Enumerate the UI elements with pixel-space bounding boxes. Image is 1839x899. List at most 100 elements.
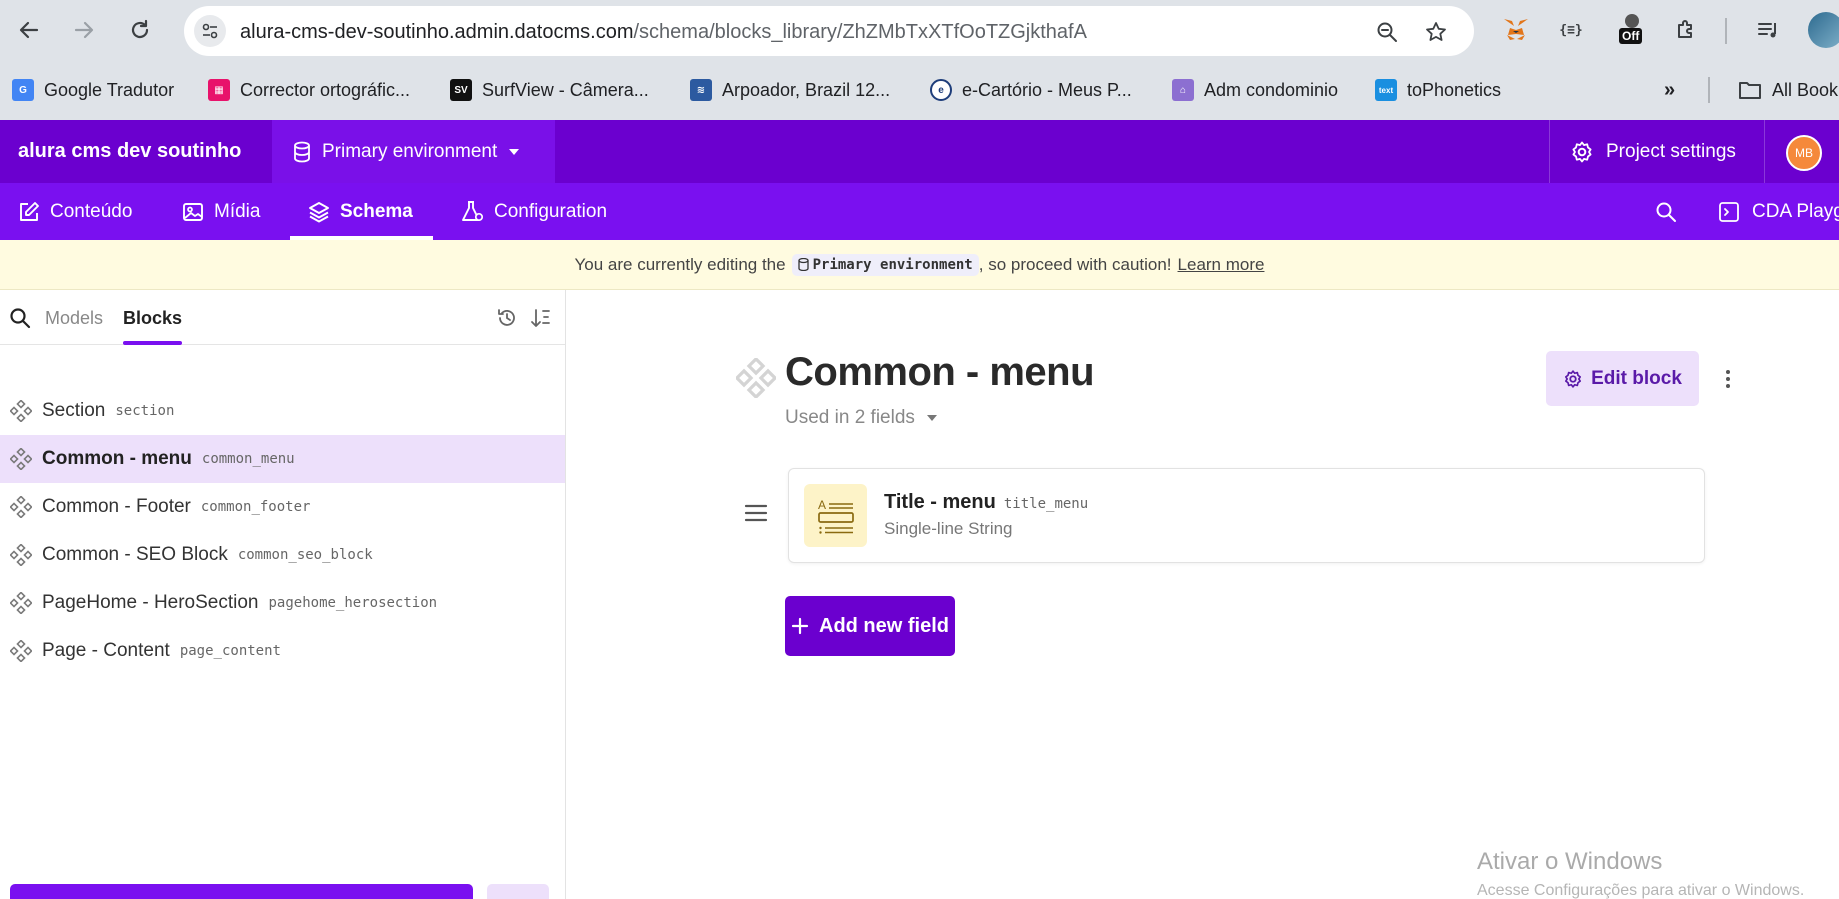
header-divider <box>1764 120 1765 183</box>
toolbar-divider <box>1725 18 1727 44</box>
page-title: Common - menu <box>785 350 1095 394</box>
sidebar-item-section[interactable]: Section section <box>0 387 565 435</box>
sidebar-item-page-content[interactable]: Page - Content page_content <box>0 627 565 675</box>
bookmark-arpoador[interactable]: ≋ Arpoador, Brazil 12... <box>690 77 890 103</box>
block-icon <box>736 358 776 398</box>
gear-icon <box>1565 369 1582 388</box>
sort-icon[interactable] <box>530 307 552 329</box>
tab-label: Mídia <box>214 200 261 222</box>
field-card[interactable]: A Title - menu title_menu Single-line Str… <box>788 468 1705 563</box>
block-icon <box>10 400 32 422</box>
site-info-icon[interactable] <box>194 15 226 47</box>
field-name: Title - menu title_menu <box>884 491 1088 514</box>
sidebar-item-pagehome-herosection[interactable]: PageHome - HeroSection pagehome_herosecti… <box>0 579 565 627</box>
more-options-icon[interactable] <box>1718 362 1738 396</box>
project-settings-button[interactable]: Project settings <box>1570 140 1736 164</box>
caret-down-icon <box>926 415 937 421</box>
tab-schema[interactable]: Schema <box>290 183 433 240</box>
environment-chip-label: Primary environment <box>812 256 973 273</box>
tab-midia[interactable]: Mídia <box>182 183 260 240</box>
used-in-label: Used in 2 fields <box>785 407 915 428</box>
banner-text: You are currently editing the <box>574 254 786 274</box>
zoom-icon[interactable] <box>1374 19 1400 45</box>
block-icon <box>10 544 32 566</box>
forward-button[interactable] <box>67 13 101 47</box>
add-new-field-button[interactable]: Add new field <box>785 596 955 656</box>
block-name: Common - Footer <box>42 496 191 517</box>
metamask-icon[interactable] <box>1500 14 1532 46</box>
used-in-fields-dropdown[interactable]: Used in 2 fields <box>785 407 939 429</box>
flask-icon <box>462 200 484 221</box>
reload-button[interactable] <box>123 13 157 47</box>
back-button[interactable] <box>12 13 46 47</box>
sidebar-item-common-footer[interactable]: Common - Footer common_footer <box>0 483 565 531</box>
extension-off-icon[interactable]: Off <box>1617 14 1649 46</box>
image-icon <box>183 202 203 221</box>
database-icon <box>797 258 809 271</box>
arrow-left-icon <box>19 21 39 39</box>
block-name: Page - Content <box>42 640 170 661</box>
bookmark-surfview[interactable]: SV SurfView - Câmera... <box>450 77 649 103</box>
media-control-icon[interactable] <box>1752 14 1784 46</box>
block-name: Common - SEO Block <box>42 544 228 565</box>
tab-models[interactable]: Models <box>45 308 103 329</box>
block-icon <box>10 448 32 470</box>
all-bookmarks-folder[interactable]: All Book <box>1738 77 1838 103</box>
block-api-key: common_seo_block <box>237 547 373 563</box>
add-new-field-label: Add new field <box>819 614 949 637</box>
tab-blocks[interactable]: Blocks <box>123 308 183 345</box>
block-api-key: pagehome_herosection <box>268 595 438 611</box>
learn-more-link[interactable]: Learn more <box>1178 255 1265 275</box>
cda-playground-button[interactable]: CDA Playg <box>1718 183 1839 240</box>
bookmark-label: Arpoador, Brazil 12... <box>722 79 891 100</box>
field-api-key: title_menu <box>1003 496 1089 512</box>
edit-block-button[interactable]: Edit block <box>1546 351 1699 406</box>
block-api-key: page_content <box>179 643 281 659</box>
tab-conteudo[interactable]: Conteúdo <box>18 183 132 240</box>
schema-sidebar: Models Blocks Section section Common - men… <box>0 290 566 899</box>
puzzle-icon[interactable] <box>1670 14 1702 46</box>
new-block-button[interactable] <box>10 884 473 899</box>
tab-configuration[interactable]: Configuration <box>460 183 607 240</box>
environment-switcher[interactable]: Primary environment <box>272 120 555 183</box>
search-button[interactable] <box>1655 183 1677 240</box>
bookmark-corrector[interactable]: ▦ Corrector ortográfic... <box>208 77 410 103</box>
bookmark-adm-condominio[interactable]: ⌂ Adm condominio <box>1172 77 1338 103</box>
more-bookmarks-icon[interactable]: » <box>1664 77 1675 103</box>
google-translate-icon: G <box>12 79 34 101</box>
block-name: Common - menu <box>42 448 192 469</box>
star-icon[interactable] <box>1423 19 1449 45</box>
bookmark-ecartorio[interactable]: e e-Cartório - Meus P... <box>930 77 1132 103</box>
block-icon <box>10 640 32 662</box>
database-icon <box>294 141 310 162</box>
environment-warning-banner: You are currently editing the Primary en… <box>0 240 1839 290</box>
search-icon[interactable] <box>9 307 31 329</box>
field-label: Title - menu <box>884 491 996 513</box>
all-bookmarks-label: All Book <box>1772 79 1839 100</box>
project-name[interactable]: alura cms dev soutinho <box>18 140 241 163</box>
ecartorio-icon: e <box>930 79 952 101</box>
gear-icon <box>1572 141 1592 163</box>
drag-handle-icon[interactable] <box>744 503 768 523</box>
bookmark-tophonetics[interactable]: text toPhonetics <box>1375 77 1501 103</box>
sidebar-item-common-menu[interactable]: Common - menu common_menu <box>0 435 565 483</box>
sidebar-secondary-button[interactable] <box>487 884 549 899</box>
block-detail: Common - menu Used in 2 fields Edit bloc… <box>566 290 1839 899</box>
tab-label: Schema <box>340 200 413 222</box>
chrome-profile-avatar[interactable] <box>1808 12 1839 48</box>
user-avatar[interactable]: MB <box>1786 135 1822 171</box>
block-name: PageHome - HeroSection <box>42 592 259 613</box>
json-formatter-icon[interactable]: {≡} <box>1555 14 1587 46</box>
bookmark-google-tradutor[interactable]: G Google Tradutor <box>12 77 174 103</box>
address-bar[interactable]: alura-cms-dev-soutinho.admin.datocms.com… <box>184 6 1474 56</box>
condominio-icon: ⌂ <box>1172 79 1194 101</box>
app-nav: Conteúdo Mídia Schema Configuration CDA … <box>0 183 1839 240</box>
tophonetics-icon: text <box>1375 79 1397 101</box>
block-icon <box>10 592 32 614</box>
sidebar-item-common-seo-block[interactable]: Common - SEO Block common_seo_block <box>0 531 565 579</box>
block-name: Section <box>42 400 106 421</box>
banner-text-suffix: , so proceed with caution! <box>978 254 1172 274</box>
history-icon[interactable] <box>496 307 518 329</box>
block-api-key: section <box>115 403 175 419</box>
reload-icon <box>131 19 149 39</box>
